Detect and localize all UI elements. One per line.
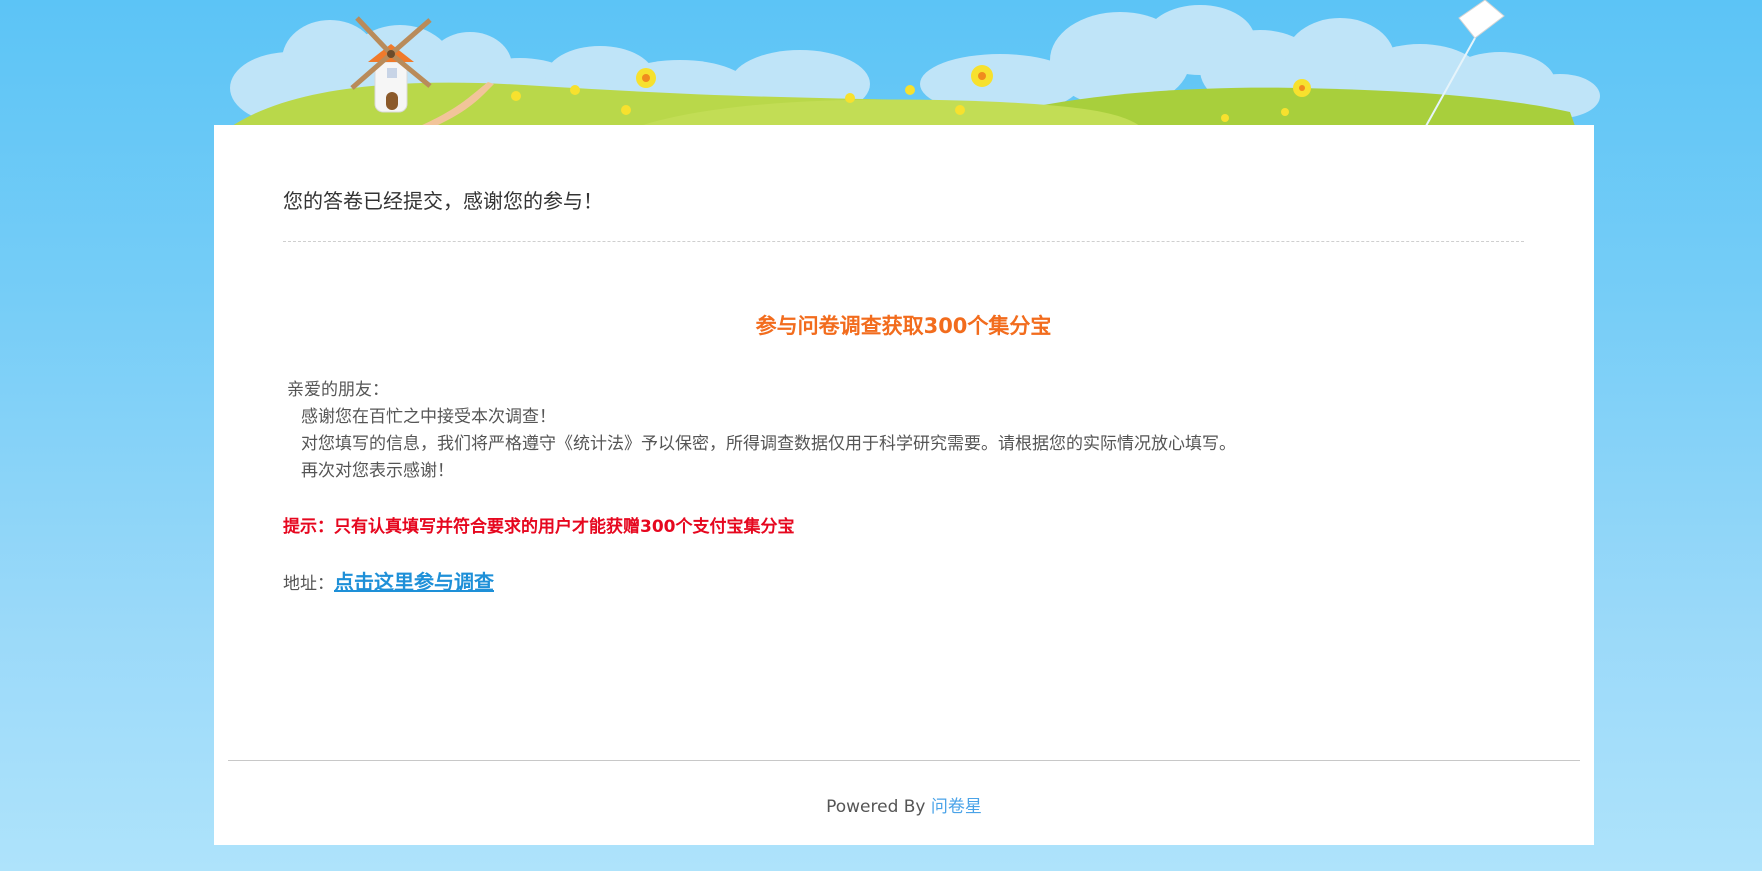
address-label: 地址： [283, 574, 334, 594]
footer-divider [228, 760, 1580, 761]
survey-title: 参与问卷调查获取300个集分宝 [755, 314, 1052, 338]
description-line-3: 再次对您表示感谢！ [301, 461, 454, 481]
address-line: 地址：点击这里参与调查 [283, 566, 494, 595]
powered-by-text: Powered By [826, 797, 931, 817]
hint-text: 提示：只有认真填写并符合要求的用户才能获赠300个支付宝集分宝 [283, 517, 795, 537]
result-card: 您的答卷已经提交，感谢您的参与！ 参与问卷调查获取300个集分宝 亲爱的朋友： … [214, 125, 1594, 845]
header-divider [283, 241, 1524, 242]
banner-illustration [230, 0, 1600, 126]
submission-message: 您的答卷已经提交，感谢您的参与！ [283, 189, 603, 213]
description-line-1: 感谢您在百忙之中接受本次调查！ [301, 407, 556, 427]
survey-description: 亲爱的朋友： 感谢您在百忙之中接受本次调查！ 对您填写的信息，我们将严格遵守《统… [287, 377, 1236, 485]
brand-link[interactable]: 问卷星 [931, 797, 982, 817]
description-line-2: 对您填写的信息，我们将严格遵守《统计法》予以保密，所得调查数据仅用于科学研究需要… [301, 434, 1236, 454]
survey-link[interactable]: 点击这里参与调查 [334, 570, 494, 594]
greeting-text: 亲爱的朋友： [287, 380, 389, 400]
footer: Powered By 问卷星 [214, 792, 1594, 817]
